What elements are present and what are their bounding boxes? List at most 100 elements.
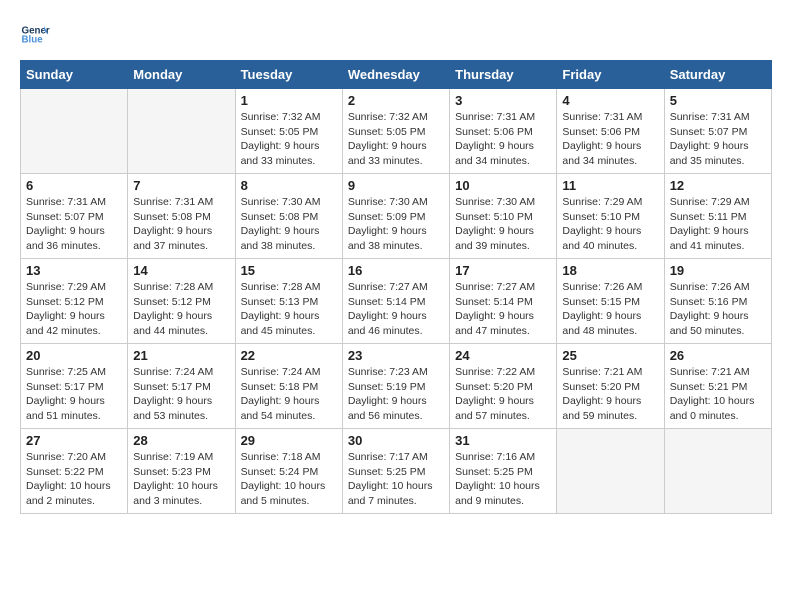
calendar-cell: 27Sunrise: 7:20 AM Sunset: 5:22 PM Dayli… <box>21 429 128 514</box>
day-info: Sunrise: 7:31 AM Sunset: 5:08 PM Dayligh… <box>133 195 229 254</box>
calendar-cell: 30 Sunrise: 7:17 AM Sunset: 5:25 PM Dayli… <box>342 429 449 514</box>
calendar-cell: 10Sunrise: 7:30 AM Sunset: 5:10 PM Dayli… <box>450 174 557 259</box>
day-number: 22 <box>241 348 337 363</box>
day-number: 26 <box>670 348 766 363</box>
day-number: 28 <box>133 433 229 448</box>
calendar-cell: 7 Sunrise: 7:31 AM Sunset: 5:08 PM Daylig… <box>128 174 235 259</box>
calendar-cell: 12 Sunrise: 7:29 AM Sunset: 5:11 PM Dayli… <box>664 174 771 259</box>
day-info: Sunrise: 7:24 AM Sunset: 5:17 PM Dayligh… <box>133 365 229 424</box>
day-number: 31 <box>455 433 551 448</box>
day-info: Sunrise: 7:20 AM Sunset: 5:22 PM Dayligh… <box>26 450 122 509</box>
day-number: 12 <box>670 178 766 193</box>
day-number: 23 <box>348 348 444 363</box>
calendar-cell: 17 Sunrise: 7:27 AM Sunset: 5:14 PM Dayli… <box>450 259 557 344</box>
calendar-cell: 24 Sunrise: 7:22 AM Sunset: 5:20 PM Dayli… <box>450 344 557 429</box>
calendar-header-row: SundayMondayTuesdayWednesdayThursdayFrid… <box>21 61 772 89</box>
calendar-cell <box>128 89 235 174</box>
day-info: Sunrise: 7:31 AM Sunset: 5:07 PM Dayligh… <box>26 195 122 254</box>
calendar-cell: 13 Sunrise: 7:29 AM Sunset: 5:12 PM Dayli… <box>21 259 128 344</box>
day-number: 20 <box>26 348 122 363</box>
calendar-cell: 31 Sunrise: 7:16 AM Sunset: 5:25 PM Dayli… <box>450 429 557 514</box>
day-number: 17 <box>455 263 551 278</box>
calendar-cell: 28Sunrise: 7:19 AM Sunset: 5:23 PM Dayli… <box>128 429 235 514</box>
calendar-week-4: 20 Sunrise: 7:25 AM Sunset: 5:17 PM Dayli… <box>21 344 772 429</box>
day-info: Sunrise: 7:18 AM Sunset: 5:24 PM Dayligh… <box>241 450 337 509</box>
day-info: Sunrise: 7:17 AM Sunset: 5:25 PM Dayligh… <box>348 450 444 509</box>
calendar-cell <box>664 429 771 514</box>
day-info: Sunrise: 7:27 AM Sunset: 5:14 PM Dayligh… <box>348 280 444 339</box>
day-number: 18 <box>562 263 658 278</box>
calendar-cell: 6 Sunrise: 7:31 AM Sunset: 5:07 PM Daylig… <box>21 174 128 259</box>
calendar-cell: 21 Sunrise: 7:24 AM Sunset: 5:17 PM Dayli… <box>128 344 235 429</box>
page-header: General Blue <box>20 20 772 50</box>
calendar-week-2: 6 Sunrise: 7:31 AM Sunset: 5:07 PM Daylig… <box>21 174 772 259</box>
day-info: Sunrise: 7:28 AM Sunset: 5:12 PM Dayligh… <box>133 280 229 339</box>
calendar-cell: 16 Sunrise: 7:27 AM Sunset: 5:14 PM Dayli… <box>342 259 449 344</box>
day-number: 30 <box>348 433 444 448</box>
day-number: 24 <box>455 348 551 363</box>
header-monday: Monday <box>128 61 235 89</box>
day-number: 3 <box>455 93 551 108</box>
calendar-cell: 25Sunrise: 7:21 AM Sunset: 5:20 PM Dayli… <box>557 344 664 429</box>
logo-icon: General Blue <box>20 20 50 50</box>
day-info: Sunrise: 7:31 AM Sunset: 5:07 PM Dayligh… <box>670 110 766 169</box>
calendar-cell: 5 Sunrise: 7:31 AM Sunset: 5:07 PM Daylig… <box>664 89 771 174</box>
day-number: 9 <box>348 178 444 193</box>
day-info: Sunrise: 7:27 AM Sunset: 5:14 PM Dayligh… <box>455 280 551 339</box>
day-info: Sunrise: 7:22 AM Sunset: 5:20 PM Dayligh… <box>455 365 551 424</box>
day-number: 13 <box>26 263 122 278</box>
day-info: Sunrise: 7:25 AM Sunset: 5:17 PM Dayligh… <box>26 365 122 424</box>
day-number: 1 <box>241 93 337 108</box>
day-info: Sunrise: 7:23 AM Sunset: 5:19 PM Dayligh… <box>348 365 444 424</box>
day-number: 14 <box>133 263 229 278</box>
calendar-cell <box>557 429 664 514</box>
day-info: Sunrise: 7:26 AM Sunset: 5:16 PM Dayligh… <box>670 280 766 339</box>
day-number: 16 <box>348 263 444 278</box>
day-number: 19 <box>670 263 766 278</box>
day-info: Sunrise: 7:29 AM Sunset: 5:12 PM Dayligh… <box>26 280 122 339</box>
calendar-cell: 14 Sunrise: 7:28 AM Sunset: 5:12 PM Dayli… <box>128 259 235 344</box>
calendar-week-3: 13 Sunrise: 7:29 AM Sunset: 5:12 PM Dayli… <box>21 259 772 344</box>
day-number: 5 <box>670 93 766 108</box>
calendar-cell: 15Sunrise: 7:28 AM Sunset: 5:13 PM Dayli… <box>235 259 342 344</box>
day-number: 7 <box>133 178 229 193</box>
day-number: 2 <box>348 93 444 108</box>
logo: General Blue <box>20 20 54 50</box>
day-number: 6 <box>26 178 122 193</box>
header-tuesday: Tuesday <box>235 61 342 89</box>
day-info: Sunrise: 7:16 AM Sunset: 5:25 PM Dayligh… <box>455 450 551 509</box>
calendar-week-5: 27Sunrise: 7:20 AM Sunset: 5:22 PM Dayli… <box>21 429 772 514</box>
calendar-cell: 18 Sunrise: 7:26 AM Sunset: 5:15 PM Dayli… <box>557 259 664 344</box>
day-info: Sunrise: 7:31 AM Sunset: 5:06 PM Dayligh… <box>562 110 658 169</box>
calendar-cell: 20 Sunrise: 7:25 AM Sunset: 5:17 PM Dayli… <box>21 344 128 429</box>
calendar-cell <box>21 89 128 174</box>
day-info: Sunrise: 7:30 AM Sunset: 5:08 PM Dayligh… <box>241 195 337 254</box>
svg-text:Blue: Blue <box>22 35 44 46</box>
day-info: Sunrise: 7:24 AM Sunset: 5:18 PM Dayligh… <box>241 365 337 424</box>
header-saturday: Saturday <box>664 61 771 89</box>
header-thursday: Thursday <box>450 61 557 89</box>
day-info: Sunrise: 7:32 AM Sunset: 5:05 PM Dayligh… <box>348 110 444 169</box>
calendar-cell: 22 Sunrise: 7:24 AM Sunset: 5:18 PM Dayli… <box>235 344 342 429</box>
day-number: 4 <box>562 93 658 108</box>
day-info: Sunrise: 7:26 AM Sunset: 5:15 PM Dayligh… <box>562 280 658 339</box>
calendar-cell: 8 Sunrise: 7:30 AM Sunset: 5:08 PM Daylig… <box>235 174 342 259</box>
calendar-cell: 2 Sunrise: 7:32 AM Sunset: 5:05 PM Daylig… <box>342 89 449 174</box>
calendar-cell: 4 Sunrise: 7:31 AM Sunset: 5:06 PM Daylig… <box>557 89 664 174</box>
calendar-cell: 26Sunrise: 7:21 AM Sunset: 5:21 PM Dayli… <box>664 344 771 429</box>
day-number: 21 <box>133 348 229 363</box>
day-info: Sunrise: 7:32 AM Sunset: 5:05 PM Dayligh… <box>241 110 337 169</box>
calendar-week-1: 1 Sunrise: 7:32 AM Sunset: 5:05 PM Daylig… <box>21 89 772 174</box>
day-number: 10 <box>455 178 551 193</box>
day-number: 15 <box>241 263 337 278</box>
calendar-cell: 23 Sunrise: 7:23 AM Sunset: 5:19 PM Dayli… <box>342 344 449 429</box>
calendar-cell: 1 Sunrise: 7:32 AM Sunset: 5:05 PM Daylig… <box>235 89 342 174</box>
calendar-cell: 3Sunrise: 7:31 AM Sunset: 5:06 PM Daylig… <box>450 89 557 174</box>
day-info: Sunrise: 7:29 AM Sunset: 5:10 PM Dayligh… <box>562 195 658 254</box>
calendar-cell: 9Sunrise: 7:30 AM Sunset: 5:09 PM Daylig… <box>342 174 449 259</box>
calendar-table: SundayMondayTuesdayWednesdayThursdayFrid… <box>20 60 772 514</box>
day-number: 8 <box>241 178 337 193</box>
day-number: 11 <box>562 178 658 193</box>
day-info: Sunrise: 7:29 AM Sunset: 5:11 PM Dayligh… <box>670 195 766 254</box>
day-number: 29 <box>241 433 337 448</box>
